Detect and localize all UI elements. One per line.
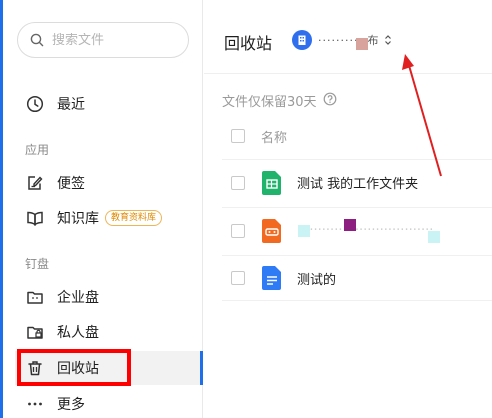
main-panel: 回收站 ·········· 布 文件仅保留30天 名称 测试 我的工作文件夹 …	[204, 0, 492, 418]
section-label-ding: 钉盘	[25, 257, 50, 271]
file-row[interactable]: 测试的	[222, 255, 492, 301]
row-checkbox[interactable]	[231, 223, 245, 238]
redaction-mark	[344, 219, 356, 231]
app-window: 最近 应用 便签 知识库 教育资料库 钉盘 企业盘	[0, 0, 492, 418]
book-icon	[25, 208, 45, 228]
search-icon	[30, 33, 44, 47]
sidebar-item-label: 回收站	[57, 361, 99, 377]
sidebar-item-recent[interactable]: 最近	[15, 87, 201, 121]
note-edit-icon	[25, 173, 45, 193]
select-all-checkbox[interactable]	[231, 129, 245, 143]
org-switcher[interactable]: ·········· 布	[292, 30, 392, 50]
clock-icon	[25, 94, 45, 114]
sidebar-item-label: 私人盘	[57, 325, 99, 341]
sidebar: 最近 应用 便签 知识库 教育资料库 钉盘 企业盘	[3, 0, 203, 418]
redaction-mark	[356, 38, 368, 50]
sidebar-item-notes[interactable]: 便签	[15, 166, 201, 200]
retention-note: 文件仅保留30天	[222, 91, 337, 110]
file-row[interactable]: 测试 我的工作文件夹	[222, 159, 492, 205]
org-name: ·········· 布	[318, 34, 380, 47]
redaction-mark	[298, 225, 310, 237]
sidebar-item-personal[interactable]: 私人盘	[15, 315, 201, 349]
page-header: 回收站 ·········· 布	[204, 0, 492, 74]
chevron-updown-icon	[384, 31, 392, 50]
sidebar-item-label: 知识库	[57, 211, 99, 227]
sidebar-item-more[interactable]: 更多	[15, 387, 201, 418]
sidebar-item-label: 更多	[57, 397, 85, 413]
retention-text: 文件仅保留30天	[222, 95, 317, 110]
sidebar-item-label: 最近	[57, 97, 85, 113]
edu-library-badge: 教育资料库	[105, 210, 163, 226]
more-dots-icon	[25, 394, 45, 414]
sidebar-item-recycle[interactable]: 回收站	[15, 351, 201, 385]
trash-icon	[25, 358, 45, 378]
redaction-mark	[428, 231, 440, 243]
file-name: 测试的	[297, 272, 337, 288]
private-drive-icon	[25, 322, 45, 342]
row-checkbox[interactable]	[231, 175, 245, 190]
document-icon	[261, 265, 283, 291]
sidebar-item-label: 便签	[57, 176, 85, 192]
row-checkbox[interactable]	[231, 271, 245, 285]
spreadsheet-icon	[261, 170, 283, 196]
sidebar-item-label: 企业盘	[57, 290, 99, 306]
file-name: ·································	[297, 223, 434, 238]
section-label-apps: 应用	[25, 143, 50, 157]
search-input[interactable]	[52, 32, 172, 48]
sidebar-item-knowledge[interactable]: 知识库 教育资料库	[15, 201, 201, 235]
active-indicator	[200, 351, 203, 385]
help-icon[interactable]	[323, 92, 337, 110]
mindmap-icon	[261, 218, 283, 244]
sidebar-item-enterprise[interactable]: 企业盘	[15, 280, 201, 314]
search-box[interactable]	[17, 22, 189, 58]
building-icon	[292, 30, 312, 50]
column-name: 名称	[261, 130, 288, 146]
list-header: 名称	[222, 124, 492, 148]
file-name: 测试 我的工作文件夹	[297, 177, 419, 192]
page-title: 回收站	[224, 34, 273, 53]
enterprise-drive-icon	[25, 287, 45, 307]
file-row[interactable]: ·································	[222, 207, 492, 253]
